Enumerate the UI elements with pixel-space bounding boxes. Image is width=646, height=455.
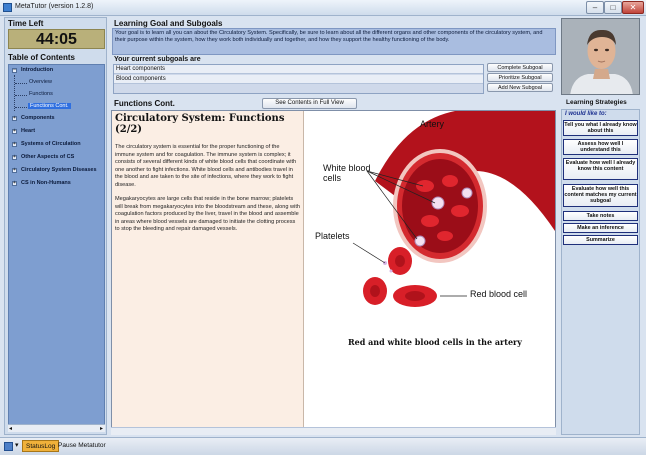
complete-subgoal-button[interactable]: Complete Subgoal — [487, 63, 553, 72]
content-horizontal-scrollbar[interactable] — [111, 427, 556, 435]
artery-label: Artery — [420, 119, 445, 129]
toc-item-cs-non-humans[interactable]: CS in Non-Humans — [21, 180, 71, 186]
subgoals-heading: Your current subgoals are — [114, 56, 201, 63]
window-title: MetaTutor (version 1.2.8) — [15, 3, 94, 10]
bottom-toolbar: ▾ StatusLog Pause Metatutor — [0, 437, 646, 455]
full-view-button[interactable]: See Contents in Full View — [262, 98, 357, 109]
expand-icon[interactable]: + — [12, 142, 17, 147]
maximize-button[interactable]: □ — [604, 1, 622, 14]
strategy-button-take-notes[interactable]: Take notes — [563, 211, 638, 221]
goal-text: Your goal is to learn all you can about … — [112, 28, 556, 55]
strategy-button-assess-understanding[interactable]: Assess how well I understand this — [563, 139, 638, 155]
status-log-button[interactable]: StatusLog — [22, 440, 60, 452]
toc-item-functions-cont[interactable]: Functions Cont. — [28, 103, 71, 109]
prioritize-subgoal-button[interactable]: Prioritize Subgoal — [487, 73, 553, 82]
content-heading: Functions Cont. — [114, 99, 175, 108]
toc-item-functions[interactable]: Functions — [29, 91, 53, 97]
toc-item-introduction[interactable]: Introduction — [21, 67, 53, 73]
strategy-button-evaluate-content[interactable]: Evaluate how well this content matches m… — [563, 184, 638, 207]
avatar — [561, 18, 640, 95]
toc-item-heart[interactable]: Heart — [21, 128, 35, 134]
expand-icon[interactable]: + — [12, 168, 17, 173]
time-left-label: Time Left — [8, 19, 44, 28]
strategy-button-make-inference[interactable]: Make an inference — [563, 223, 638, 233]
scroll-left-arrow-icon[interactable]: ◂ — [9, 425, 12, 432]
collapse-icon[interactable]: – — [12, 68, 17, 73]
content-area: Circulatory System: Functions (2/2) The … — [111, 110, 556, 435]
window-titlebar: MetaTutor (version 1.2.8) – □ ✕ — [0, 0, 646, 16]
expand-icon[interactable]: + — [12, 116, 17, 121]
strategies-heading: Learning Strategies — [566, 99, 627, 106]
tree-line — [15, 95, 27, 96]
agent-avatar-icon — [562, 19, 639, 94]
text-pane: Circulatory System: Functions (2/2) The … — [112, 111, 304, 434]
tree-line — [15, 83, 27, 84]
toc-item-circulatory-diseases[interactable]: Circulatory System Diseases — [21, 167, 97, 173]
content-paragraph: Megakaryocytes are large cells that resi… — [115, 196, 300, 232]
illustration-pane: Artery White blood cells Platelets Red b… — [305, 111, 555, 434]
toc-item-components[interactable]: Components — [21, 115, 55, 121]
image-caption: Red and white blood cells in the artery — [348, 337, 522, 347]
toc-heading: Table of Contents — [8, 53, 75, 62]
scroll-right-arrow-icon[interactable]: ▸ — [100, 425, 103, 432]
platelets-label: Platelets — [315, 231, 350, 241]
minimize-button[interactable]: – — [586, 1, 604, 14]
toc-item-systems-of-circulation[interactable]: Systems of Circulation — [21, 141, 81, 147]
pause-button[interactable]: Pause Metatutor — [55, 440, 109, 452]
expand-icon[interactable]: + — [12, 155, 17, 160]
app-icon — [3, 3, 12, 12]
dropdown-arrow-icon[interactable]: ▾ — [15, 441, 19, 449]
expand-icon[interactable]: + — [12, 129, 17, 134]
toc-item-overview[interactable]: Overview — [29, 79, 52, 85]
red-blood-cell-label: Red blood cell — [470, 289, 528, 299]
toc-horizontal-scrollbar[interactable]: ◂ ▸ — [8, 424, 105, 432]
toc-item-other-aspects[interactable]: Other Aspects of CS — [21, 154, 74, 160]
white-blood-cells-label: White blood cells — [323, 163, 371, 183]
article-title: Circulatory System: Functions (2/2) — [115, 113, 285, 135]
close-button[interactable]: ✕ — [622, 1, 644, 14]
strategy-button-prior-knowledge[interactable]: Tell you what I already know about this — [563, 120, 638, 136]
subgoal-list[interactable]: Heart components Blood components — [113, 64, 484, 94]
table-of-contents: – Introduction Overview Functions Functi… — [8, 64, 105, 432]
menu-icon[interactable] — [4, 442, 13, 451]
tree-line — [14, 75, 15, 111]
timer-display: 44:05 — [8, 29, 105, 49]
goal-heading: Learning Goal and Subgoals — [114, 19, 223, 28]
subgoal-item[interactable]: Blood components — [114, 75, 483, 84]
strategy-button-summarize[interactable]: Summarize — [563, 235, 638, 245]
expand-icon[interactable]: + — [12, 181, 17, 186]
subgoal-item[interactable]: Heart components — [114, 65, 483, 74]
strategies-prompt: I would like to: — [565, 111, 607, 117]
tree-line — [15, 107, 27, 108]
content-paragraph: The circulatory system is essential for … — [115, 144, 297, 188]
add-subgoal-button[interactable]: Add New Subgoal — [487, 83, 553, 92]
strategy-button-evaluate-knowledge[interactable]: Evaluate how well I already know this co… — [563, 158, 638, 180]
